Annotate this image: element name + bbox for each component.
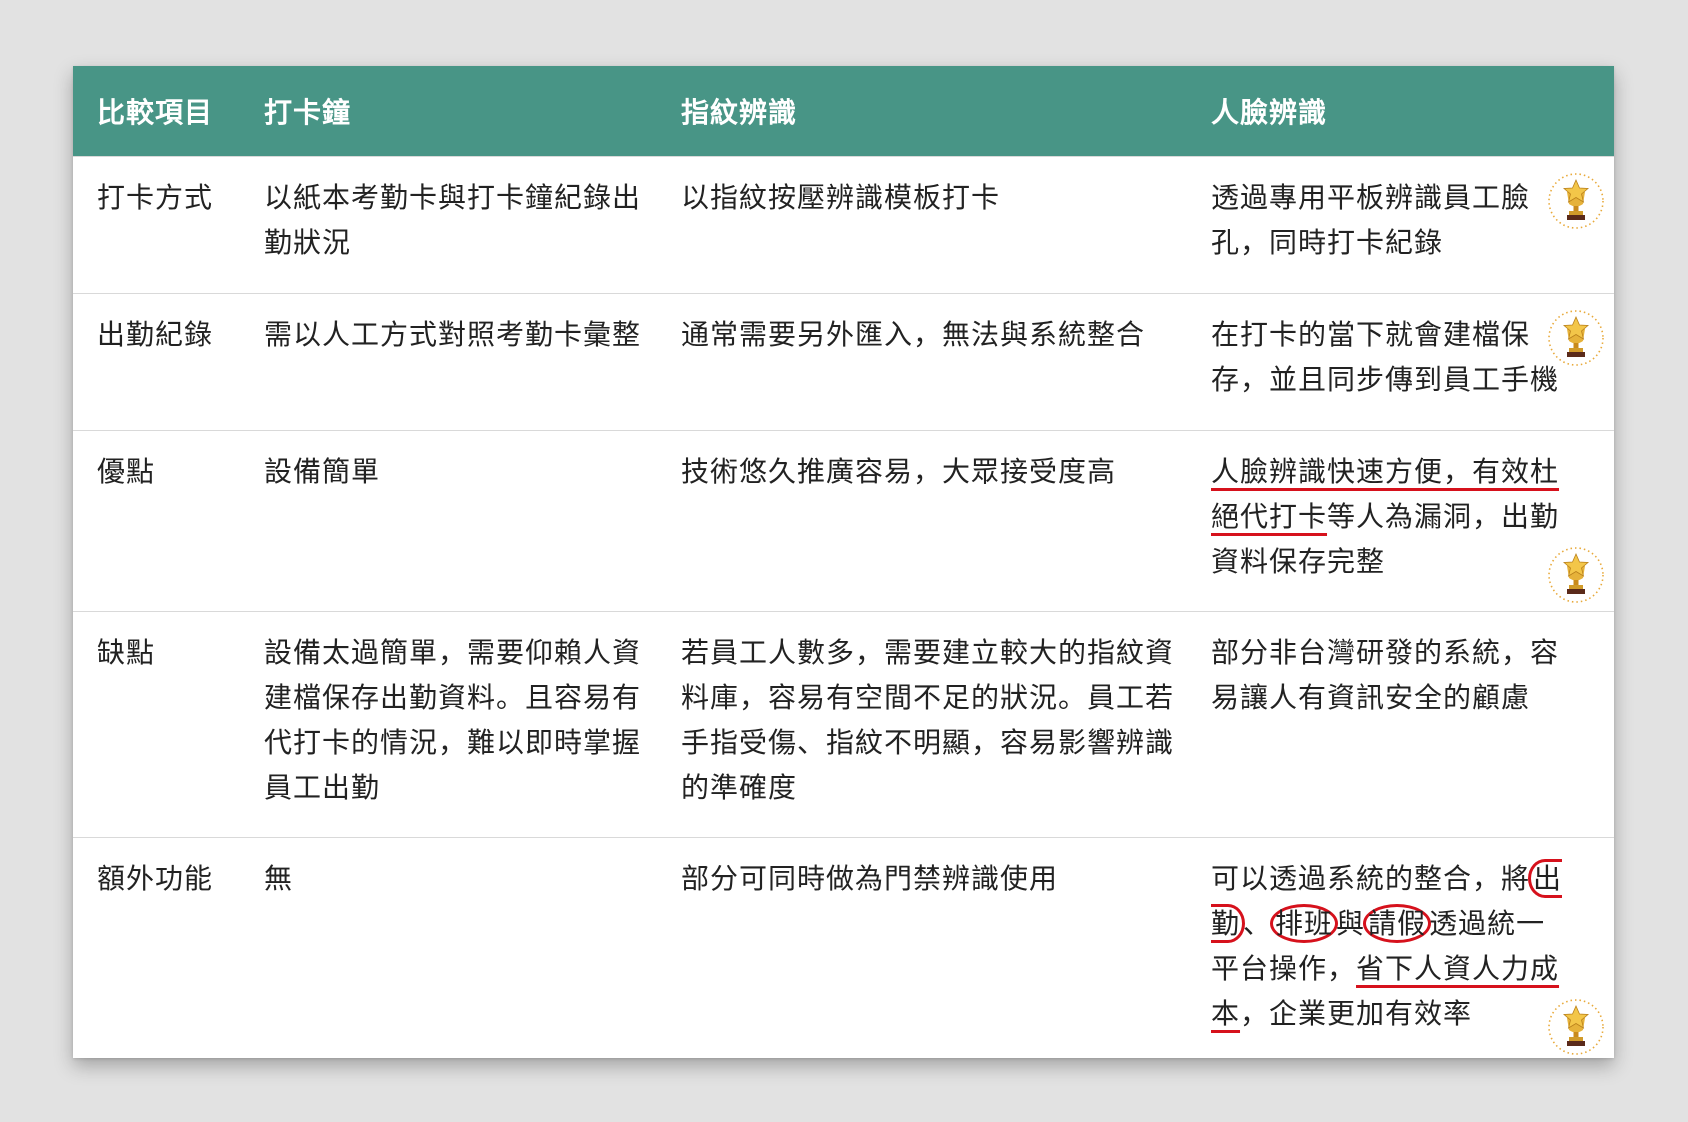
table-row: 缺點 設備太過簡單，需要仰賴人資建檔保存出勤資料。且容易有代打卡的情況，難以即時…	[73, 611, 1614, 838]
cell-face: 在打卡的當下就會建檔保存，並且同步傳到員工手機	[1187, 293, 1614, 431]
cell-item: 優點	[73, 430, 240, 612]
cell-clock: 以紙本考勤卡與打卡鐘紀錄出勤狀況	[240, 156, 657, 294]
cell-item: 額外功能	[73, 837, 240, 1058]
cell-item: 缺點	[73, 611, 240, 838]
cell-clock: 設備太過簡單，需要仰賴人資建檔保存出勤資料。且容易有代打卡的情況，難以即時掌握員…	[240, 611, 657, 838]
cell-face-text: 、	[1243, 907, 1273, 940]
comparison-table: 比較項目 打卡鐘 指紋辨識 人臉辨識 打卡方式 以紙本考勤卡與打卡鐘紀錄出勤狀況…	[73, 66, 1614, 1058]
table-row: 優點 設備簡單 技術悠久推廣容易，大眾接受度高 人臉辨識快速方便，有效杜絕代打卡…	[73, 430, 1614, 612]
header-row: 比較項目 打卡鐘 指紋辨識 人臉辨識	[73, 66, 1614, 157]
circled-text: 排班	[1270, 904, 1339, 943]
cell-face-text: 在打卡的當下就會建檔保存，並且同步傳到員工手機	[1211, 318, 1560, 396]
cell-fingerprint: 通常需要另外匯入，無法與系統整合	[657, 293, 1187, 431]
cell-face-text: 透過專用平板辨識員工臉孔，同時打卡紀錄	[1211, 181, 1531, 259]
cell-face-text: 可以透過系統的整合，將	[1211, 862, 1531, 895]
header-punch-clock: 打卡鐘	[240, 66, 657, 157]
table-row: 額外功能 無 部分可同時做為門禁辨識使用 可以透過系統的整合，將 出勤、排班與請假…	[73, 837, 1614, 1058]
table-row: 出勤紀錄 需以人工方式對照考勤卡彙整 通常需要另外匯入，無法與系統整合 在打卡的…	[73, 293, 1614, 431]
header-fingerprint: 指紋辨識	[657, 66, 1187, 157]
cell-clock: 設備簡單	[240, 430, 657, 612]
cell-item: 出勤紀錄	[73, 293, 240, 431]
cell-fingerprint: 技術悠久推廣容易，大眾接受度高	[657, 430, 1187, 612]
trophy-icon	[1546, 308, 1606, 368]
circled-text: 請假	[1363, 904, 1432, 943]
cell-fingerprint: 若員工人數多，需要建立較大的指紋資料庫，容易有空間不足的狀況。員工若手指受傷、指…	[657, 611, 1187, 838]
cell-face-text: 與	[1336, 907, 1366, 940]
table-row: 打卡方式 以紙本考勤卡與打卡鐘紀錄出勤狀況 以指紋按壓辨識模板打卡 透過專用平板…	[73, 156, 1614, 294]
cell-face: 可以透過系統的整合，將 出勤、排班與請假 透過統一平台操作，省下人資人力成本，企業更…	[1187, 837, 1614, 1058]
cell-face: 人臉辨識快速方便，有效杜絕代打卡等人為漏洞，出勤資料保存完整	[1187, 430, 1614, 612]
cell-face-text: ，企業更加有效率	[1240, 997, 1473, 1030]
cell-clock: 需以人工方式對照考勤卡彙整	[240, 293, 657, 431]
header-item: 比較項目	[73, 66, 240, 157]
header-face-recognition: 人臉辨識	[1187, 66, 1614, 157]
trophy-icon	[1546, 545, 1606, 605]
cell-face: 透過專用平板辨識員工臉孔，同時打卡紀錄	[1187, 156, 1614, 294]
cell-clock: 無	[240, 837, 657, 1058]
cell-face: 部分非台灣研發的系統，容易讓人有資訊安全的顧慮	[1187, 611, 1614, 838]
trophy-icon	[1546, 171, 1606, 231]
cell-item: 打卡方式	[73, 156, 240, 294]
cell-fingerprint: 以指紋按壓辨識模板打卡	[657, 156, 1187, 294]
trophy-icon	[1546, 997, 1606, 1057]
comparison-card: 比較項目 打卡鐘 指紋辨識 人臉辨識 打卡方式 以紙本考勤卡與打卡鐘紀錄出勤狀況…	[73, 66, 1614, 1058]
cell-fingerprint: 部分可同時做為門禁辨識使用	[657, 837, 1187, 1058]
